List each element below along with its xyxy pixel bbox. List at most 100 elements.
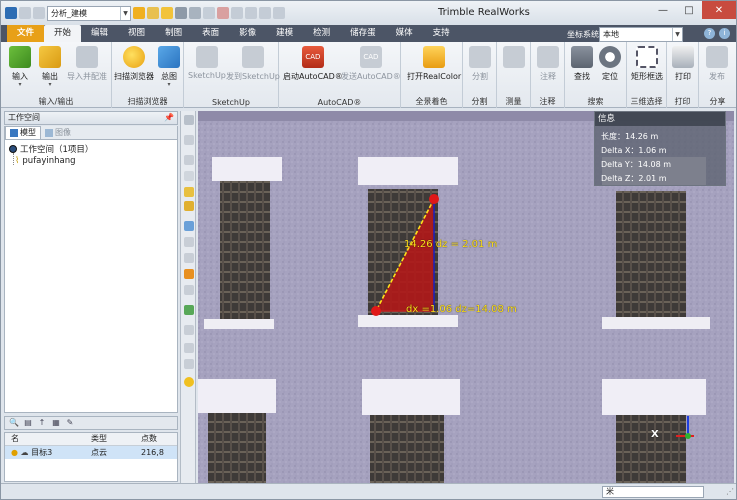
tab-modeling[interactable]: 建模 xyxy=(266,25,303,42)
tool-sun-icon[interactable] xyxy=(184,377,194,387)
tab-support[interactable]: 支持 xyxy=(423,25,460,42)
tool-color-icon[interactable] xyxy=(184,305,194,315)
header-name[interactable]: 名 xyxy=(5,433,87,445)
tool-pan-icon[interactable] xyxy=(184,135,194,145)
header-type[interactable]: 类型 xyxy=(87,433,137,445)
resize-grip-icon[interactable]: ⋰ xyxy=(726,487,734,496)
tool-view-icon[interactable] xyxy=(184,171,194,181)
print-button[interactable]: 打印 xyxy=(672,46,694,82)
measurement-point-bottom[interactable] xyxy=(371,306,381,316)
up-arrow-icon[interactable]: ↑ xyxy=(37,418,47,428)
publish-button[interactable]: 发布 xyxy=(706,46,728,82)
measure-button[interactable] xyxy=(503,46,525,71)
tool-measure-icon[interactable] xyxy=(184,343,194,353)
tool-zoom-icon[interactable] xyxy=(184,155,194,165)
tool-section-icon[interactable] xyxy=(184,237,194,247)
rect-select-button[interactable]: 矩形框选 xyxy=(631,46,663,82)
tab-drawing[interactable]: 制图 xyxy=(155,25,192,42)
workspace-tabs: 模型 图像 xyxy=(4,126,178,139)
coordinate-system-select[interactable]: 本地 ▼ xyxy=(599,27,683,42)
tab-media[interactable]: 媒体 xyxy=(386,25,423,42)
delete-icon[interactable] xyxy=(259,7,271,19)
save-icon[interactable] xyxy=(175,7,187,19)
qat-more-icon[interactable] xyxy=(273,7,285,19)
quick-combo[interactable]: 分析_建模 ▼ xyxy=(47,5,131,21)
chevron-down-icon[interactable]: ▼ xyxy=(672,28,682,41)
tab-surface[interactable]: 表面 xyxy=(192,25,229,42)
redo-icon[interactable] xyxy=(33,7,45,19)
tree-root[interactable]: 工作空间（1项目） xyxy=(9,143,93,155)
import-icon xyxy=(9,46,31,68)
paste-icon[interactable] xyxy=(245,7,257,19)
info-panel-title: 信息 xyxy=(595,112,725,126)
tool-render-icon[interactable] xyxy=(184,221,194,231)
open-realcolor-button[interactable]: 打开RealColor xyxy=(407,46,461,82)
launch-autocad-button[interactable]: CAD 启动AutoCAD® xyxy=(283,46,343,82)
tab-home[interactable]: 开始 xyxy=(44,25,82,42)
tab-file[interactable]: 文件 xyxy=(7,25,45,42)
save-as-icon[interactable] xyxy=(189,7,201,19)
unit-field[interactable]: 米 xyxy=(602,486,704,498)
import-button[interactable]: 输入 ▾ xyxy=(9,46,31,88)
find-icon xyxy=(571,46,593,68)
tool-rotate-icon[interactable] xyxy=(184,115,194,125)
settings-icon[interactable]: ✎ xyxy=(65,418,75,428)
tool-select-icon[interactable] xyxy=(184,187,194,197)
open-folder-icon[interactable] xyxy=(147,7,159,19)
scan-explorer-button[interactable]: 扫描浏览器 xyxy=(114,46,154,82)
help-icon[interactable]: ? xyxy=(704,28,715,39)
sketchup-button[interactable]: SketchUp xyxy=(188,46,226,80)
tab-image[interactable]: 影像 xyxy=(229,25,266,42)
pin-icon[interactable]: 📌 xyxy=(164,112,174,124)
locate-button[interactable]: 定位 xyxy=(599,46,621,82)
find-button[interactable]: 查找 xyxy=(571,46,593,82)
header-points[interactable]: 点数 xyxy=(137,433,177,445)
app-logo-icon[interactable] xyxy=(5,7,17,19)
workspace-panel-title: 工作空间 📌 xyxy=(4,111,178,125)
tool-point-icon[interactable] xyxy=(184,359,194,369)
lightbulb-icon[interactable]: ● xyxy=(11,448,18,457)
tab-inspection[interactable]: 检测 xyxy=(303,25,340,42)
status-bar: 米 ⋰ xyxy=(1,483,736,499)
columns-icon[interactable]: ▦ xyxy=(51,418,61,428)
import-register-button[interactable]: 导入并配准 xyxy=(67,46,107,82)
overview-button[interactable]: 总图 ▾ xyxy=(158,46,180,88)
tab-edit[interactable]: 编辑 xyxy=(81,25,118,42)
tree-project[interactable]: ⌇ pufayinhang xyxy=(15,156,76,166)
segment-button[interactable]: 分割 xyxy=(469,46,491,82)
tab-model[interactable]: 模型 xyxy=(5,126,41,139)
measurement-bottom-label: dx =1.06 dz=14.08 m xyxy=(406,304,517,315)
send-autocad-button[interactable]: CAD 发送AutoCAD® xyxy=(341,46,401,82)
print-icon[interactable] xyxy=(203,7,215,19)
tab-view[interactable]: 视图 xyxy=(118,25,155,42)
tool-light-icon[interactable] xyxy=(184,201,194,211)
tool-layer-icon[interactable] xyxy=(184,285,194,295)
export-button[interactable]: 输出 ▾ xyxy=(39,46,61,88)
undo-icon[interactable] xyxy=(19,7,31,19)
tool-warning-icon[interactable] xyxy=(184,269,194,279)
3d-viewport[interactable]: 14.26 dz = 2.01 m dx =1.06 dz=14.08 m X … xyxy=(198,111,734,483)
copy-icon[interactable] xyxy=(231,7,243,19)
minimize-button[interactable]: — xyxy=(650,1,676,19)
new-project-icon[interactable] xyxy=(133,7,145,19)
chevron-down-icon[interactable]: ▼ xyxy=(120,6,130,20)
search-icon[interactable]: 🔍 xyxy=(9,418,19,428)
annotation-button[interactable]: 注释 xyxy=(537,46,559,82)
measurement-point-top[interactable] xyxy=(429,194,439,204)
cut-icon[interactable] xyxy=(217,7,229,19)
info-icon[interactable]: i xyxy=(719,28,730,39)
window-sill xyxy=(358,315,458,327)
list-item[interactable]: ● ☁ 目标3 点云 216,8 xyxy=(5,446,177,459)
open-icon[interactable] xyxy=(161,7,173,19)
rect-select-label: 矩形框选 xyxy=(631,72,663,81)
maximize-button[interactable]: □ xyxy=(676,1,702,19)
tool-grid-icon[interactable] xyxy=(184,325,194,335)
tool-clip-icon[interactable] xyxy=(184,253,194,263)
sketchup-icon xyxy=(195,46,218,68)
import-register-label: 导入并配准 xyxy=(67,72,107,81)
send-sketchup-button[interactable]: 发到SketchUp xyxy=(226,46,280,82)
tab-images[interactable]: 图像 xyxy=(41,126,75,139)
folder-icon[interactable]: ▤ xyxy=(23,418,33,428)
close-button[interactable]: ✕ xyxy=(702,1,736,19)
tab-storage[interactable]: 储存蛋 xyxy=(340,25,386,42)
